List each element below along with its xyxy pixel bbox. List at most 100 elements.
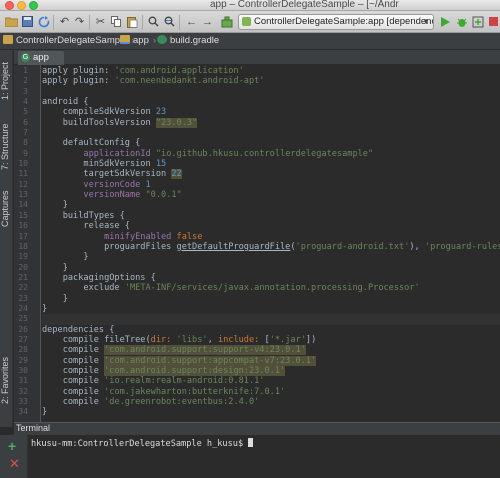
forward-icon[interactable]: →	[200, 14, 215, 29]
code-token: }	[42, 303, 48, 314]
find-icon[interactable]	[146, 14, 161, 29]
add-session-icon[interactable]: +	[8, 439, 16, 453]
code-line: }	[42, 200, 500, 210]
save-all-icon[interactable]	[20, 14, 35, 29]
replace-icon[interactable]	[162, 14, 177, 29]
code-line: dependencies {	[42, 325, 500, 335]
code-token: ),	[409, 241, 425, 252]
cut-icon[interactable]: ✂	[93, 14, 108, 29]
open-folder-icon[interactable]	[4, 14, 19, 29]
code-token: }	[42, 293, 68, 304]
code-token: apply plugin:	[42, 76, 115, 87]
tool-tab-structure[interactable]: 7: Structure	[0, 114, 13, 180]
code-token: compile	[42, 345, 105, 356]
code-token: }	[42, 262, 68, 273]
line-number: 31	[18, 376, 28, 386]
undo-icon[interactable]: ↶	[57, 14, 72, 29]
code-line: compile 'de.greenrobot:eventbus:2.4.0'	[42, 397, 500, 407]
stop-icon[interactable]	[486, 14, 500, 29]
code-line: targetSdkVersion 22	[42, 169, 500, 180]
code-line: apply plugin: 'com.android.application'	[42, 66, 500, 76]
code-token: 'proguard-android.txt'	[295, 241, 410, 252]
paste-icon[interactable]	[125, 14, 140, 29]
line-number: 5	[23, 107, 28, 117]
toolbar-separator	[89, 15, 90, 30]
editor-tab-bar: G app	[14, 50, 500, 65]
code-line: packagingOptions {	[42, 273, 500, 283]
line-number: 14	[18, 200, 28, 210]
tool-tab-project[interactable]: 1: Project	[0, 54, 13, 108]
breadcrumb-label: ControllerDelegateSample	[16, 35, 128, 46]
line-number: 22	[18, 283, 28, 293]
line-number: 10	[18, 159, 28, 169]
sync-icon[interactable]	[36, 14, 51, 29]
line-number: 34	[18, 407, 28, 417]
code-token: 'com.android.support:design:23.0.1'	[104, 365, 286, 376]
code-token: release {	[42, 221, 130, 232]
line-number: 30	[18, 365, 28, 375]
redo-icon[interactable]: ↷	[72, 14, 87, 29]
back-icon[interactable]: ←	[184, 14, 199, 29]
code-token: "23.0.3"	[155, 117, 198, 128]
code-token: 'META-INF/services/javax.annotation.proc…	[124, 283, 420, 294]
code-token: 'com.android.support:support-v4:23.0.1'	[104, 345, 306, 356]
editor-tab-app[interactable]: G app	[18, 51, 64, 65]
breadcrumb-file[interactable]: build.gradle	[157, 35, 219, 46]
code-token: }	[42, 407, 48, 418]
chevron-down-icon: ▼	[422, 17, 430, 26]
run-configuration-dropdown[interactable]: ControllerDelegateSample:app [dependenci…	[238, 14, 434, 30]
code-token: 'com.android.support:appcompat-v7:23.0.1…	[104, 355, 317, 366]
code-token: 1	[145, 179, 151, 190]
line-number: 26	[18, 324, 28, 334]
code-token: compile	[42, 365, 105, 376]
code-token: dependencies {	[42, 324, 115, 335]
window-title: app – ControllerDelegateSample – [~/Andr	[210, 0, 399, 10]
minimize-window-button[interactable]	[17, 1, 26, 10]
line-number: 29	[18, 355, 28, 365]
make-project-icon[interactable]	[219, 14, 234, 29]
tool-tab-favorites[interactable]: 2: Favorites	[0, 350, 13, 410]
code-token: 15	[155, 159, 167, 170]
code-line: proguardFiles getDefaultProguardFile('pr…	[42, 242, 500, 252]
code-line: buildToolsVersion "23.0.3"	[42, 117, 500, 128]
code-token: applicationId	[83, 148, 156, 159]
line-number: 1	[23, 66, 28, 75]
code-editor[interactable]: apply plugin: 'com.android.application' a…	[42, 65, 500, 422]
code-token: }	[42, 200, 68, 211]
code-lines: apply plugin: 'com.android.application' a…	[42, 66, 500, 418]
zoom-window-button[interactable]	[29, 1, 38, 10]
breadcrumb-project[interactable]: ControllerDelegateSample ›	[3, 35, 135, 46]
tool-tab-captures[interactable]: Captures	[0, 186, 13, 232]
line-number: 17	[18, 231, 28, 241]
terminal-output[interactable]: hkusu-mm:ControllerDelegateSample h_kusu…	[31, 438, 254, 449]
terminal-panel[interactable]: + ✕ hkusu-mm:ControllerDelegateSample h_…	[0, 435, 500, 478]
breadcrumb-module[interactable]: app ›	[120, 35, 156, 46]
code-token: versionCode	[83, 179, 146, 190]
code-token: dir:	[150, 334, 177, 345]
run-icon[interactable]	[438, 14, 453, 29]
code-token: packagingOptions {	[42, 272, 156, 283]
breadcrumb-label: app	[133, 35, 149, 46]
line-number: 12	[18, 179, 28, 189]
code-token: buildTypes {	[42, 210, 125, 221]
code-token: 'io.realm:realm-android:0.81.1'	[104, 376, 265, 387]
copy-icon[interactable]	[109, 14, 124, 29]
code-token: minifyEnabled	[104, 231, 177, 242]
code-line: compile 'io.realm:realm-android:0.81.1'	[42, 376, 500, 386]
gradle-file-icon: G	[21, 53, 30, 62]
editor-tab-label: app	[33, 52, 49, 63]
editor-gutter: 1 2 3 4 5 6 7 8 9 10 11 12 13 14 15 16 17 18 19 20 21 22 23 24 2…	[14, 65, 41, 422]
code-token: buildToolsVersion	[42, 117, 156, 128]
close-window-button[interactable]	[5, 1, 14, 10]
code-token: compile	[42, 397, 105, 407]
main-toolbar: ↶ ↷ ✂ ← → ControllerDelegateSample:app […	[0, 11, 500, 33]
close-session-icon[interactable]: ✕	[9, 457, 20, 470]
terminal-toolbar: + ✕	[0, 435, 28, 478]
terminal-cursor	[248, 438, 254, 447]
attach-debugger-icon[interactable]	[470, 14, 485, 29]
debug-icon[interactable]	[454, 14, 469, 29]
code-line: exclude 'META-INF/services/javax.annotat…	[42, 283, 500, 293]
terminal-title: Terminal	[16, 423, 51, 433]
